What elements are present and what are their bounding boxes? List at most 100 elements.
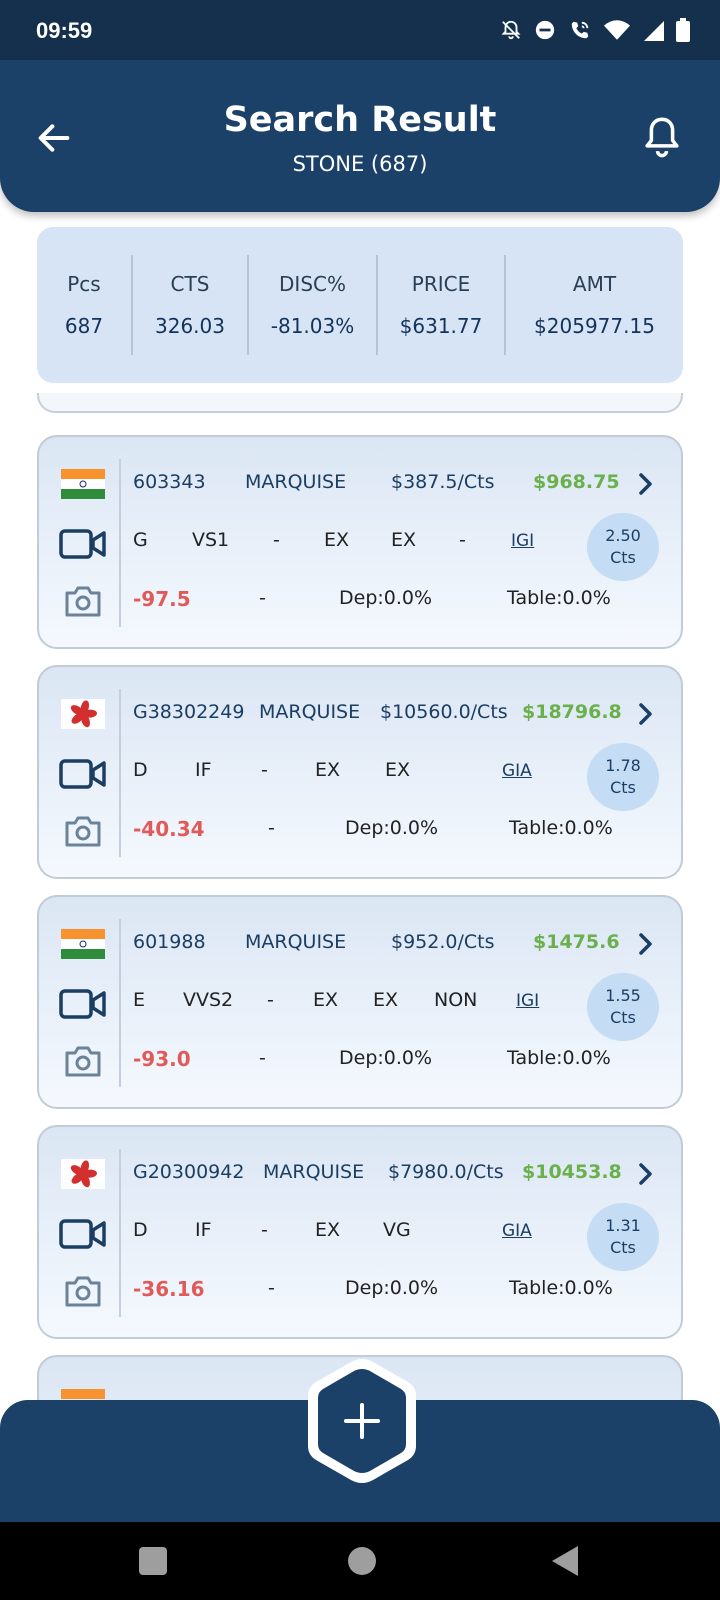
stone-discount: -97.5 xyxy=(133,587,191,611)
chevron-right-icon[interactable] xyxy=(635,471,657,497)
hong-kong-flag-icon xyxy=(61,1159,105,1189)
stone-cut: - xyxy=(273,529,280,551)
stone-id: G38302249 xyxy=(133,701,245,723)
camera-icon[interactable] xyxy=(63,1273,103,1309)
price-per-carat: $7980.0/Cts xyxy=(388,1161,504,1183)
video-icon[interactable] xyxy=(59,527,107,561)
camera-icon[interactable] xyxy=(63,583,103,619)
chevron-right-icon[interactable] xyxy=(635,701,657,727)
lab-link[interactable]: IGI xyxy=(511,531,534,551)
stone-cut: - xyxy=(261,759,268,781)
stone-amount: $10453.8 xyxy=(522,1161,622,1183)
carat-value: 1.78 xyxy=(605,756,641,775)
stone-color: D xyxy=(133,759,148,781)
stone-discount: -36.16 xyxy=(133,1277,205,1301)
summary-label: Pcs xyxy=(67,272,101,296)
camera-icon[interactable] xyxy=(63,813,103,849)
stone-row-measures: -93.0 - Dep:0.0% Table:0.0% xyxy=(133,1047,681,1077)
stone-id: 601988 xyxy=(133,931,206,953)
summary-value: 687 xyxy=(64,314,104,338)
video-icon[interactable] xyxy=(59,757,107,791)
divider xyxy=(119,689,121,857)
video-icon[interactable] xyxy=(59,987,107,1021)
stone-symmetry: EX xyxy=(385,759,411,781)
stone-id: 603343 xyxy=(133,471,206,493)
bell-off-icon xyxy=(500,19,522,45)
summary-label: CTS xyxy=(170,272,210,296)
chevron-right-icon[interactable] xyxy=(635,1161,657,1187)
stone-polish: EX xyxy=(324,529,350,551)
chevron-right-icon[interactable] xyxy=(635,931,657,957)
stone-table: Table:0.0% xyxy=(509,817,613,839)
divider xyxy=(119,1149,121,1317)
divider xyxy=(119,459,121,627)
carat-badge: 2.50 Cts xyxy=(587,513,659,581)
stone-clarity: VVS2 xyxy=(183,989,234,1011)
status-icons xyxy=(500,18,690,46)
status-bar: 09:59 xyxy=(0,0,720,62)
carat-badge: 1.31 Cts xyxy=(587,1203,659,1271)
stone-card[interactable]: G20300942 MARQUISE $7980.0/Cts $10453.8 … xyxy=(37,1125,683,1339)
stone-shape: MARQUISE xyxy=(259,701,361,723)
india-flag-icon xyxy=(61,469,105,499)
notification-button[interactable] xyxy=(640,114,684,160)
summary-cts: CTS 326.03 xyxy=(133,255,249,355)
stone-card[interactable]: G38302249 MARQUISE $10560.0/Cts $18796.8… xyxy=(37,665,683,879)
stone-dash: - xyxy=(259,1047,266,1069)
carat-unit: Cts xyxy=(610,548,636,567)
summary-value: $205977.15 xyxy=(534,314,655,338)
page-subtitle: STONE (687) xyxy=(292,152,428,176)
stone-clarity: IF xyxy=(195,1219,212,1241)
stone-card[interactable]: 601988 MARQUISE $952.0/Cts $1475.6 E VVS… xyxy=(37,895,683,1109)
carat-value: 1.55 xyxy=(605,986,641,1005)
summary-disc: DISC% -81.03% xyxy=(249,255,378,355)
stone-row-measures: -40.34 - Dep:0.0% Table:0.0% xyxy=(133,817,681,847)
video-icon[interactable] xyxy=(59,1217,107,1251)
signal-icon xyxy=(642,19,664,45)
summary-value: 326.03 xyxy=(155,314,225,338)
stone-dash: - xyxy=(268,817,275,839)
stone-dash: - xyxy=(259,587,266,609)
summary-label: DISC% xyxy=(279,272,346,296)
stone-color: G xyxy=(133,529,148,551)
stone-id: G20300942 xyxy=(133,1161,245,1183)
lab-link[interactable]: IGI xyxy=(516,991,539,1011)
summary-pcs: Pcs 687 xyxy=(37,255,133,355)
stone-depth: Dep:0.0% xyxy=(339,587,433,609)
stone-list[interactable]: 603343 MARQUISE $387.5/Cts $968.75 G VS1… xyxy=(0,393,720,1400)
carat-unit: Cts xyxy=(610,1008,636,1027)
camera-icon[interactable] xyxy=(63,1043,103,1079)
stone-dash: - xyxy=(268,1277,275,1299)
stone-row-main: G20300942 MARQUISE $7980.0/Cts $10453.8 xyxy=(133,1161,681,1191)
summary-value: -81.03% xyxy=(270,314,355,338)
price-per-carat: $387.5/Cts xyxy=(391,471,495,493)
stone-polish: EX xyxy=(315,1219,341,1241)
stone-row-measures: -36.16 - Dep:0.0% Table:0.0% xyxy=(133,1277,681,1307)
home-circle-icon[interactable] xyxy=(348,1547,376,1575)
stone-symmetry: VG xyxy=(383,1219,411,1241)
carat-unit: Cts xyxy=(610,778,636,797)
stone-fluorescence: - xyxy=(459,529,466,551)
stone-card[interactable]: 603343 MARQUISE $387.5/Cts $968.75 G VS1… xyxy=(37,435,683,649)
stone-cut: - xyxy=(267,989,274,1011)
plus-icon xyxy=(308,1359,416,1483)
recents-square-icon[interactable] xyxy=(139,1547,167,1575)
stone-shape: MARQUISE xyxy=(263,1161,365,1183)
lab-link[interactable]: GIA xyxy=(502,1221,532,1241)
lab-link[interactable]: GIA xyxy=(502,761,532,781)
stone-discount: -40.34 xyxy=(133,817,205,841)
bell-icon xyxy=(645,117,679,158)
stone-row-main: 603343 MARQUISE $387.5/Cts $968.75 xyxy=(133,471,681,501)
system-nav-bar xyxy=(0,1522,720,1600)
stone-fluorescence: NON xyxy=(434,989,478,1011)
page-title: Search Result xyxy=(223,100,497,140)
stone-symmetry: EX xyxy=(391,529,417,551)
stone-shape: MARQUISE xyxy=(245,931,347,953)
add-button[interactable] xyxy=(300,1355,424,1487)
stone-amount: $968.75 xyxy=(533,471,620,493)
do-not-disturb-icon xyxy=(534,19,556,45)
stone-depth: Dep:0.0% xyxy=(345,1277,439,1299)
stone-table: Table:0.0% xyxy=(509,1277,613,1299)
back-triangle-icon[interactable] xyxy=(552,1546,578,1576)
carat-badge: 1.55 Cts xyxy=(587,973,659,1041)
